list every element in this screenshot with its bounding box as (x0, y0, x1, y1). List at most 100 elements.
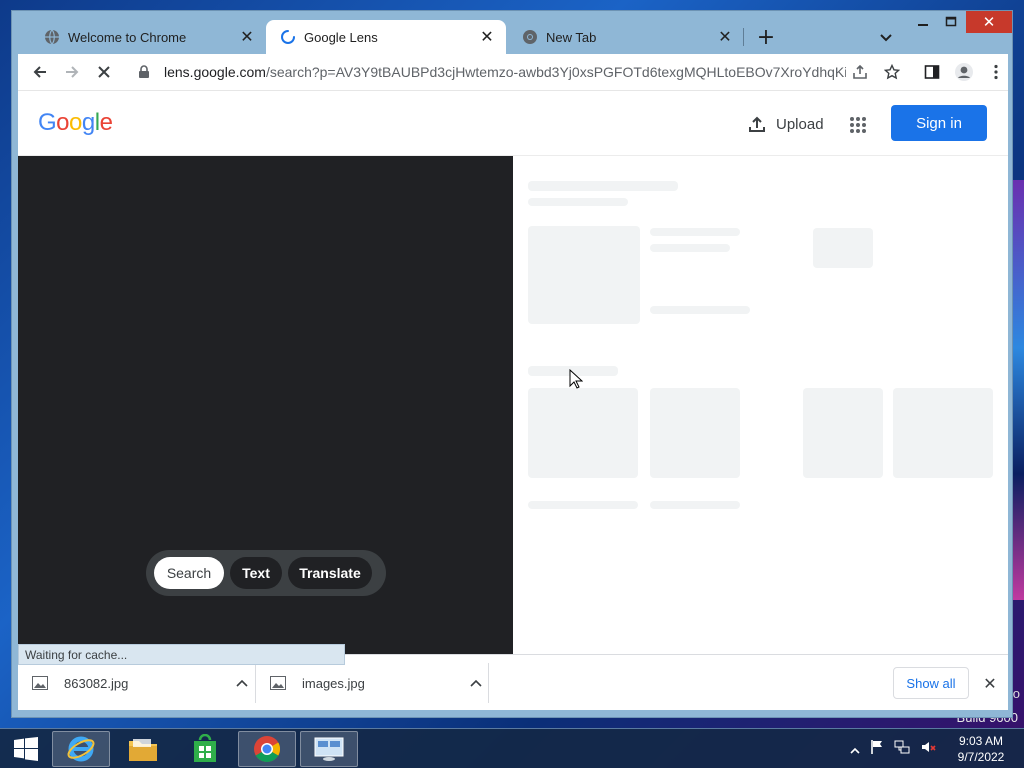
url-host: lens.google.com (164, 64, 266, 80)
url-text: lens.google.com/search?p=AV3Y9tBAUBPd3cj… (164, 64, 846, 80)
side-panel-button[interactable] (916, 56, 948, 88)
google-apps-button[interactable] (846, 113, 870, 137)
tab-search-button[interactable] (874, 25, 898, 49)
window-close-button[interactable]: ✕ (966, 11, 1012, 33)
page-content: Google Upload Sign in Search Text Transl… (18, 90, 1008, 665)
folder-icon (129, 739, 157, 761)
taskbar-chrome[interactable] (238, 731, 296, 767)
start-button[interactable] (6, 733, 46, 765)
desktop-watermark-fragment: o (1012, 686, 1020, 701)
skeleton-line (650, 228, 740, 236)
globe-icon (44, 29, 60, 45)
sign-in-button[interactable]: Sign in (891, 105, 987, 141)
chevron-up-icon[interactable] (464, 679, 488, 687)
browser-toolbar: lens.google.com/search?p=AV3Y9tBAUBPd3cj… (18, 54, 1008, 90)
loading-spinner-icon (280, 29, 296, 45)
clock-time: 9:03 AM (958, 734, 1004, 748)
maximize-button[interactable] (938, 11, 964, 33)
internet-explorer-icon (67, 736, 95, 762)
forward-button[interactable] (56, 56, 88, 88)
share-button[interactable] (844, 56, 876, 88)
kebab-menu-icon (994, 64, 998, 80)
lens-image-pane[interactable]: Search Text Translate (18, 156, 513, 655)
taskbar-remote-desktop[interactable] (300, 731, 358, 767)
chevron-up-icon[interactable] (230, 679, 254, 687)
chrome-icon (522, 29, 538, 45)
network-icon[interactable] (894, 739, 910, 759)
bookmark-star-button[interactable] (876, 56, 908, 88)
share-icon (853, 64, 867, 79)
speaker-muted-icon[interactable] (920, 739, 936, 759)
arrow-right-icon (66, 66, 79, 78)
skeleton-card (893, 388, 993, 478)
url-path: /search?p=AV3Y9tBAUBPd3cjHwtemzo-awbd3Yj… (265, 64, 846, 80)
close-download-shelf-button[interactable]: ✕ (978, 671, 1002, 695)
star-icon (884, 64, 900, 80)
profile-button[interactable] (948, 56, 980, 88)
upload-icon (748, 115, 766, 133)
download-item[interactable]: 863082.jpg (18, 663, 254, 703)
address-bar[interactable]: lens.google.com/search?p=AV3Y9tBAUBPd3cj… (130, 57, 846, 87)
skeleton-line (650, 501, 740, 509)
skeleton-line (528, 198, 628, 206)
skeleton-card (650, 388, 740, 478)
tray-chevron-up-icon[interactable] (850, 740, 860, 759)
lens-mode-switcher: Search Text Translate (146, 550, 386, 596)
tab-close-icon[interactable]: ✕ (236, 26, 258, 48)
download-divider (488, 663, 489, 703)
mode-translate-button[interactable]: Translate (288, 557, 372, 589)
mode-text-button[interactable]: Text (230, 557, 282, 589)
download-filename: images.jpg (302, 675, 365, 691)
tab-label: New Tab (546, 29, 597, 45)
upload-label: Upload (776, 115, 824, 133)
skeleton-block (813, 228, 873, 268)
mode-search-button[interactable]: Search (154, 557, 224, 589)
google-logo[interactable]: Google (38, 109, 113, 137)
back-button[interactable] (24, 56, 56, 88)
skeleton-thumbnail (528, 226, 640, 324)
chevron-down-icon (880, 34, 892, 42)
skeleton-card (528, 388, 638, 478)
taskbar-file-explorer[interactable] (114, 731, 172, 767)
tab-google-lens[interactable]: Google Lens ✕ (266, 20, 506, 54)
chrome-icon (254, 736, 281, 763)
arrow-left-icon (33, 66, 46, 78)
tab-label: Welcome to Chrome (68, 29, 187, 45)
lens-header: Google Upload Sign in (18, 91, 1008, 156)
remote-desktop-icon (314, 737, 344, 761)
store-icon (194, 734, 216, 762)
stop-loading-button[interactable] (88, 56, 120, 88)
download-filename: 863082.jpg (64, 675, 129, 691)
taskbar-clock[interactable]: 9:03 AM 9/7/2022 (948, 733, 1014, 765)
taskbar-store[interactable] (176, 731, 234, 767)
flag-icon[interactable] (870, 739, 884, 759)
clock-date: 9/7/2022 (957, 750, 1005, 764)
status-bubble: Waiting for cache... (18, 644, 345, 665)
skeleton-card (803, 388, 883, 478)
tab-label: Google Lens (304, 29, 378, 45)
skeleton-line (650, 244, 730, 252)
new-tab-button[interactable]: + (754, 25, 778, 50)
skeleton-line (528, 501, 638, 509)
tab-strip: Welcome to Chrome ✕ Google Lens ✕ New Ta… (12, 11, 1012, 54)
tab-close-icon[interactable]: ✕ (476, 26, 498, 48)
chrome-window: Welcome to Chrome ✕ Google Lens ✕ New Ta… (11, 10, 1013, 718)
tab-close-icon[interactable]: ✕ (714, 26, 736, 48)
system-tray (850, 739, 936, 759)
download-item[interactable]: images.jpg (256, 663, 488, 703)
minimize-button[interactable] (910, 11, 936, 33)
upload-button[interactable]: Upload (748, 111, 824, 137)
lock-icon (138, 65, 154, 79)
tab-new-tab[interactable]: New Tab ✕ (508, 20, 744, 54)
show-all-downloads-button[interactable]: Show all (893, 667, 969, 699)
menu-button[interactable] (980, 56, 1012, 88)
side-panel-icon (924, 65, 940, 79)
close-icon (98, 66, 110, 78)
tab-divider (743, 28, 744, 46)
lens-results-loading-pane (513, 156, 1008, 655)
tab-welcome-to-chrome[interactable]: Welcome to Chrome ✕ (30, 20, 266, 54)
skeleton-line (528, 181, 678, 191)
avatar-icon (955, 63, 973, 81)
taskbar-internet-explorer[interactable] (52, 731, 110, 767)
skeleton-line (650, 306, 750, 314)
